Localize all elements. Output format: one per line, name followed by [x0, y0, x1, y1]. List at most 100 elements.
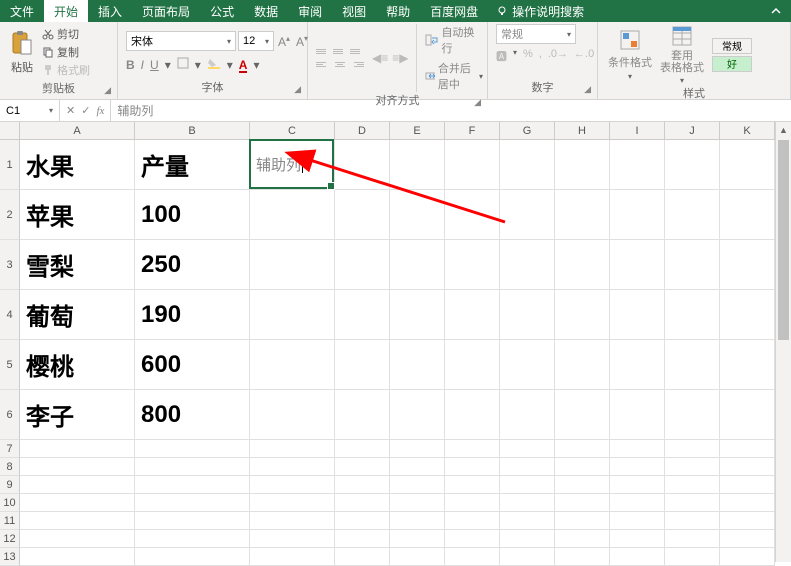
- cell[interactable]: [445, 458, 500, 476]
- font-dialog-icon[interactable]: ◢: [294, 84, 301, 95]
- tab-view[interactable]: 视图: [332, 0, 376, 22]
- cell[interactable]: 葡萄: [20, 290, 135, 340]
- fx-icon[interactable]: fx: [96, 105, 104, 117]
- cell[interactable]: [250, 494, 335, 512]
- tell-me[interactable]: 操作说明搜索: [488, 0, 592, 22]
- cell[interactable]: 600: [135, 340, 250, 390]
- cell[interactable]: [500, 530, 555, 548]
- cell[interactable]: [20, 512, 135, 530]
- tab-data[interactable]: 数据: [244, 0, 288, 22]
- font-name-select[interactable]: 宋体▾: [126, 31, 236, 51]
- cell[interactable]: [665, 140, 720, 190]
- cell[interactable]: [335, 494, 390, 512]
- copy-button[interactable]: 复制: [42, 44, 90, 60]
- cell[interactable]: [720, 548, 775, 566]
- format-painter-button[interactable]: 格式刷: [42, 62, 90, 78]
- cell[interactable]: [500, 140, 555, 190]
- cell[interactable]: [445, 140, 500, 190]
- cell[interactable]: [390, 290, 445, 340]
- cell[interactable]: [665, 476, 720, 494]
- cell[interactable]: [500, 340, 555, 390]
- cell[interactable]: [555, 440, 610, 458]
- tab-file[interactable]: 文件: [0, 0, 44, 22]
- cell[interactable]: [610, 390, 665, 440]
- cell[interactable]: [610, 140, 665, 190]
- cell[interactable]: 250: [135, 240, 250, 290]
- style-good[interactable]: 好: [712, 56, 752, 72]
- cell[interactable]: [445, 494, 500, 512]
- scroll-thumb[interactable]: [778, 140, 789, 340]
- cell[interactable]: [335, 190, 390, 240]
- cell[interactable]: [500, 290, 555, 340]
- cell[interactable]: [610, 340, 665, 390]
- cell[interactable]: [500, 390, 555, 440]
- number-format-select[interactable]: 常规▾: [496, 24, 576, 44]
- cell[interactable]: [20, 440, 135, 458]
- cell[interactable]: [500, 512, 555, 530]
- cell[interactable]: [555, 530, 610, 548]
- cell[interactable]: [665, 512, 720, 530]
- cell[interactable]: [250, 458, 335, 476]
- font-color-button[interactable]: A: [239, 58, 248, 72]
- row-header[interactable]: 3: [0, 240, 20, 290]
- comma-button[interactable]: ,: [539, 48, 542, 64]
- style-normal[interactable]: 常规: [712, 38, 752, 54]
- cell[interactable]: [250, 530, 335, 548]
- cell[interactable]: [390, 340, 445, 390]
- cell[interactable]: [250, 440, 335, 458]
- cell[interactable]: [555, 290, 610, 340]
- underline-button[interactable]: U: [150, 58, 159, 72]
- cell[interactable]: [445, 440, 500, 458]
- cell[interactable]: [720, 340, 775, 390]
- cell[interactable]: [555, 390, 610, 440]
- row-header[interactable]: 4: [0, 290, 20, 340]
- cut-button[interactable]: 剪切: [42, 26, 90, 42]
- cell[interactable]: [500, 476, 555, 494]
- cell[interactable]: [445, 530, 500, 548]
- cell[interactable]: [555, 548, 610, 566]
- format-as-table-button[interactable]: 套用 表格格式▾: [660, 24, 704, 85]
- cancel-edit-icon[interactable]: ✕: [66, 104, 75, 117]
- cell[interactable]: [250, 476, 335, 494]
- cell[interactable]: [720, 140, 775, 190]
- row-header[interactable]: 11: [0, 512, 20, 530]
- row-header[interactable]: 9: [0, 476, 20, 494]
- cell[interactable]: [390, 548, 445, 566]
- merge-center-button[interactable]: 合并后居中▾: [425, 60, 483, 92]
- cell[interactable]: [720, 390, 775, 440]
- column-header[interactable]: F: [445, 122, 500, 140]
- cell[interactable]: [610, 530, 665, 548]
- cell[interactable]: [555, 340, 610, 390]
- cell[interactable]: [665, 240, 720, 290]
- cell[interactable]: [20, 530, 135, 548]
- cell[interactable]: [665, 494, 720, 512]
- row-header[interactable]: 5: [0, 340, 20, 390]
- cell[interactable]: [250, 512, 335, 530]
- cell[interactable]: [665, 440, 720, 458]
- cell[interactable]: [555, 190, 610, 240]
- cell[interactable]: [20, 458, 135, 476]
- cell[interactable]: [610, 548, 665, 566]
- cell[interactable]: [665, 390, 720, 440]
- cell[interactable]: [610, 190, 665, 240]
- cell[interactable]: [500, 440, 555, 458]
- cell[interactable]: [250, 190, 335, 240]
- tab-formula[interactable]: 公式: [200, 0, 244, 22]
- cell[interactable]: [335, 140, 390, 190]
- cell[interactable]: [335, 340, 390, 390]
- align-dialog-icon[interactable]: ◢: [474, 97, 481, 108]
- vertical-scrollbar[interactable]: ▲: [775, 122, 791, 562]
- cell[interactable]: [335, 530, 390, 548]
- confirm-edit-icon[interactable]: ✓: [81, 104, 90, 117]
- increase-decimal-icon[interactable]: .0→: [548, 48, 568, 64]
- cell[interactable]: [390, 440, 445, 458]
- align-buttons[interactable]: [316, 47, 364, 70]
- cell[interactable]: [610, 476, 665, 494]
- cell[interactable]: [720, 440, 775, 458]
- column-header[interactable]: J: [665, 122, 720, 140]
- wrap-text-button[interactable]: 自动换行: [425, 24, 483, 56]
- cell[interactable]: [335, 440, 390, 458]
- cell[interactable]: [665, 530, 720, 548]
- cell[interactable]: [500, 190, 555, 240]
- cell[interactable]: [335, 458, 390, 476]
